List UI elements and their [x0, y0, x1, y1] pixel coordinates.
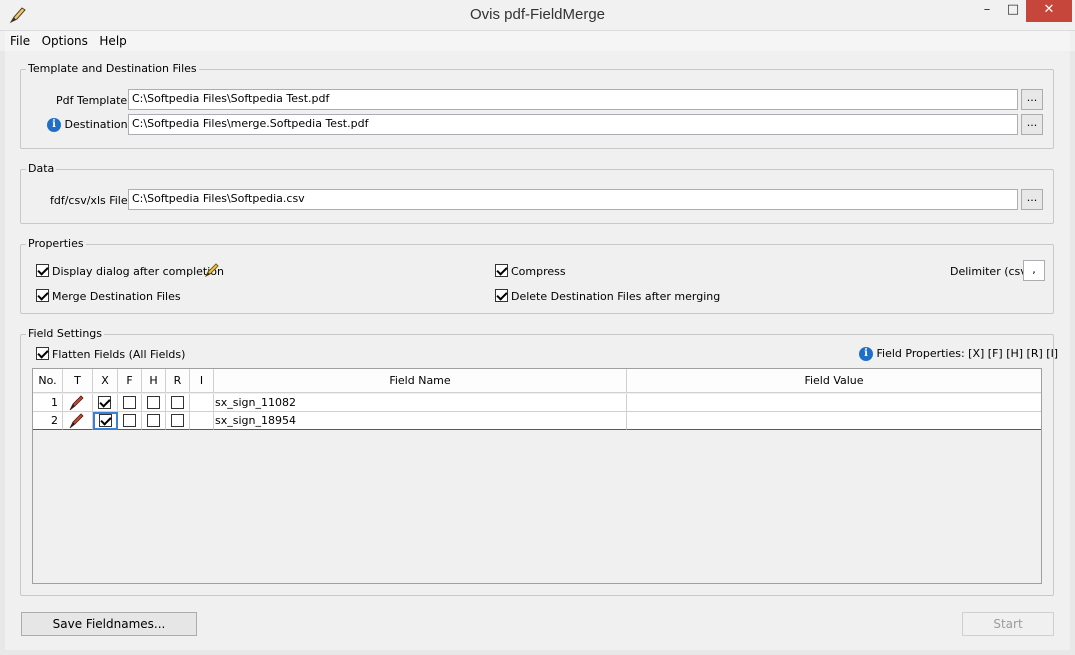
row-1-field-name[interactable]: sx_sign_11082: [214, 394, 627, 412]
row-2-f-checkbox[interactable]: [122, 414, 136, 427]
info-icon[interactable]: i: [47, 118, 61, 132]
row-2-r[interactable]: [166, 412, 190, 430]
field-properties-info-icon[interactable]: i: [859, 347, 873, 361]
row-1-x-checkbox[interactable]: [98, 396, 111, 409]
delimiter-input[interactable]: ,: [1023, 260, 1045, 281]
row-1-no: 1: [33, 394, 63, 412]
maximize-button[interactable]: □: [1000, 0, 1026, 22]
data-file-browse-button[interactable]: ...: [1021, 189, 1043, 210]
template-group-title: Template and Destination Files: [26, 62, 199, 75]
compress-label: Compress: [511, 265, 566, 278]
flatten-fields-label: Flatten Fields (All Fields): [52, 348, 186, 361]
pdf-template-label: Pdf Template:: [56, 94, 131, 107]
row-2-f[interactable]: [118, 412, 142, 430]
row-2-x[interactable]: [93, 412, 118, 430]
menu-bar: File Options Help: [5, 31, 1070, 51]
menu-options[interactable]: Options: [39, 31, 91, 49]
data-group-title: Data: [26, 162, 57, 175]
destination-input[interactable]: C:\Softpedia Files\merge.Softpedia Test.…: [128, 114, 1018, 135]
row-1-r-checkbox[interactable]: [170, 396, 184, 409]
compress-checkbox[interactable]: [495, 264, 508, 277]
window-title: Ovis pdf-FieldMerge: [469, 6, 606, 23]
menu-file[interactable]: File: [7, 31, 33, 49]
column-header-t[interactable]: T: [63, 369, 93, 393]
merge-destination-label: Merge Destination Files: [52, 290, 181, 303]
properties-group: Properties: [20, 237, 1054, 314]
destination-label-wrap: i Destination:: [47, 118, 131, 132]
row-2-no: 2: [33, 412, 63, 430]
destination-label: Destination:: [64, 118, 132, 131]
column-header-field-name[interactable]: Field Name: [214, 369, 627, 393]
row-1-h-checkbox[interactable]: [146, 396, 160, 409]
field-table[interactable]: No. T X F H R I Field Name Field Value 1…: [32, 368, 1042, 584]
pdf-template-browse-button[interactable]: ...: [1021, 89, 1043, 110]
row-1-h[interactable]: [142, 394, 166, 412]
row-1-x[interactable]: [93, 394, 118, 412]
signature-field-icon: [69, 395, 84, 411]
field-properties-label: Field Properties: [X] [F] [H] [R] [I]: [876, 347, 1059, 360]
title-bar: Ovis pdf-FieldMerge – □ ✕: [0, 0, 1075, 31]
delete-destination-label: Delete Destination Files after merging: [511, 290, 721, 303]
data-file-input[interactable]: C:\Softpedia Files\Softpedia.csv: [128, 189, 1018, 210]
minimize-button[interactable]: –: [974, 0, 1000, 22]
row-2-h-checkbox[interactable]: [146, 414, 160, 427]
row-2-type: [63, 412, 93, 430]
row-1-r[interactable]: [166, 394, 190, 412]
properties-group-title: Properties: [26, 237, 86, 250]
column-header-x[interactable]: X: [93, 369, 118, 393]
destination-browse-button[interactable]: ...: [1021, 114, 1043, 135]
column-header-h[interactable]: H: [142, 369, 166, 393]
column-header-no[interactable]: No.: [33, 369, 63, 393]
row-1-field-value[interactable]: [627, 394, 1041, 412]
close-button[interactable]: ✕: [1026, 0, 1072, 22]
pdf-template-input[interactable]: C:\Softpedia Files\Softpedia Test.pdf: [128, 89, 1018, 110]
row-1-type: [63, 394, 93, 412]
field-properties-wrap: i Field Properties: [X] [F] [H] [R] [I]: [859, 347, 1058, 361]
delete-destination-checkbox[interactable]: [495, 289, 508, 302]
field-settings-title: Field Settings: [26, 327, 105, 340]
data-file-label: fdf/csv/xls File:: [50, 194, 132, 207]
row-2-r-checkbox[interactable]: [170, 414, 184, 427]
pencil-icon[interactable]: [204, 262, 220, 278]
column-header-field-value[interactable]: Field Value: [627, 369, 1041, 393]
row-1-f-checkbox[interactable]: [122, 396, 136, 409]
column-header-f[interactable]: F: [118, 369, 142, 393]
row-2-field-value[interactable]: [627, 412, 1041, 430]
column-header-r[interactable]: R: [166, 369, 190, 393]
save-fieldnames-button[interactable]: Save Fieldnames...: [21, 612, 197, 636]
row-1-f[interactable]: [118, 394, 142, 412]
signature-field-icon: [69, 413, 84, 429]
merge-destination-checkbox[interactable]: [36, 289, 49, 302]
display-dialog-label: Display dialog after completion: [52, 265, 224, 278]
start-button[interactable]: Start: [962, 612, 1054, 636]
menu-help[interactable]: Help: [96, 31, 129, 49]
row-2-x-checkbox[interactable]: [98, 414, 112, 427]
flatten-fields-checkbox[interactable]: [36, 347, 49, 360]
row-1-i: [190, 394, 214, 412]
row-2-h[interactable]: [142, 412, 166, 430]
row-2-field-name[interactable]: sx_sign_18954: [214, 412, 627, 430]
row-2-i: [190, 412, 214, 430]
column-header-i[interactable]: I: [190, 369, 214, 393]
display-dialog-checkbox[interactable]: [36, 264, 49, 277]
